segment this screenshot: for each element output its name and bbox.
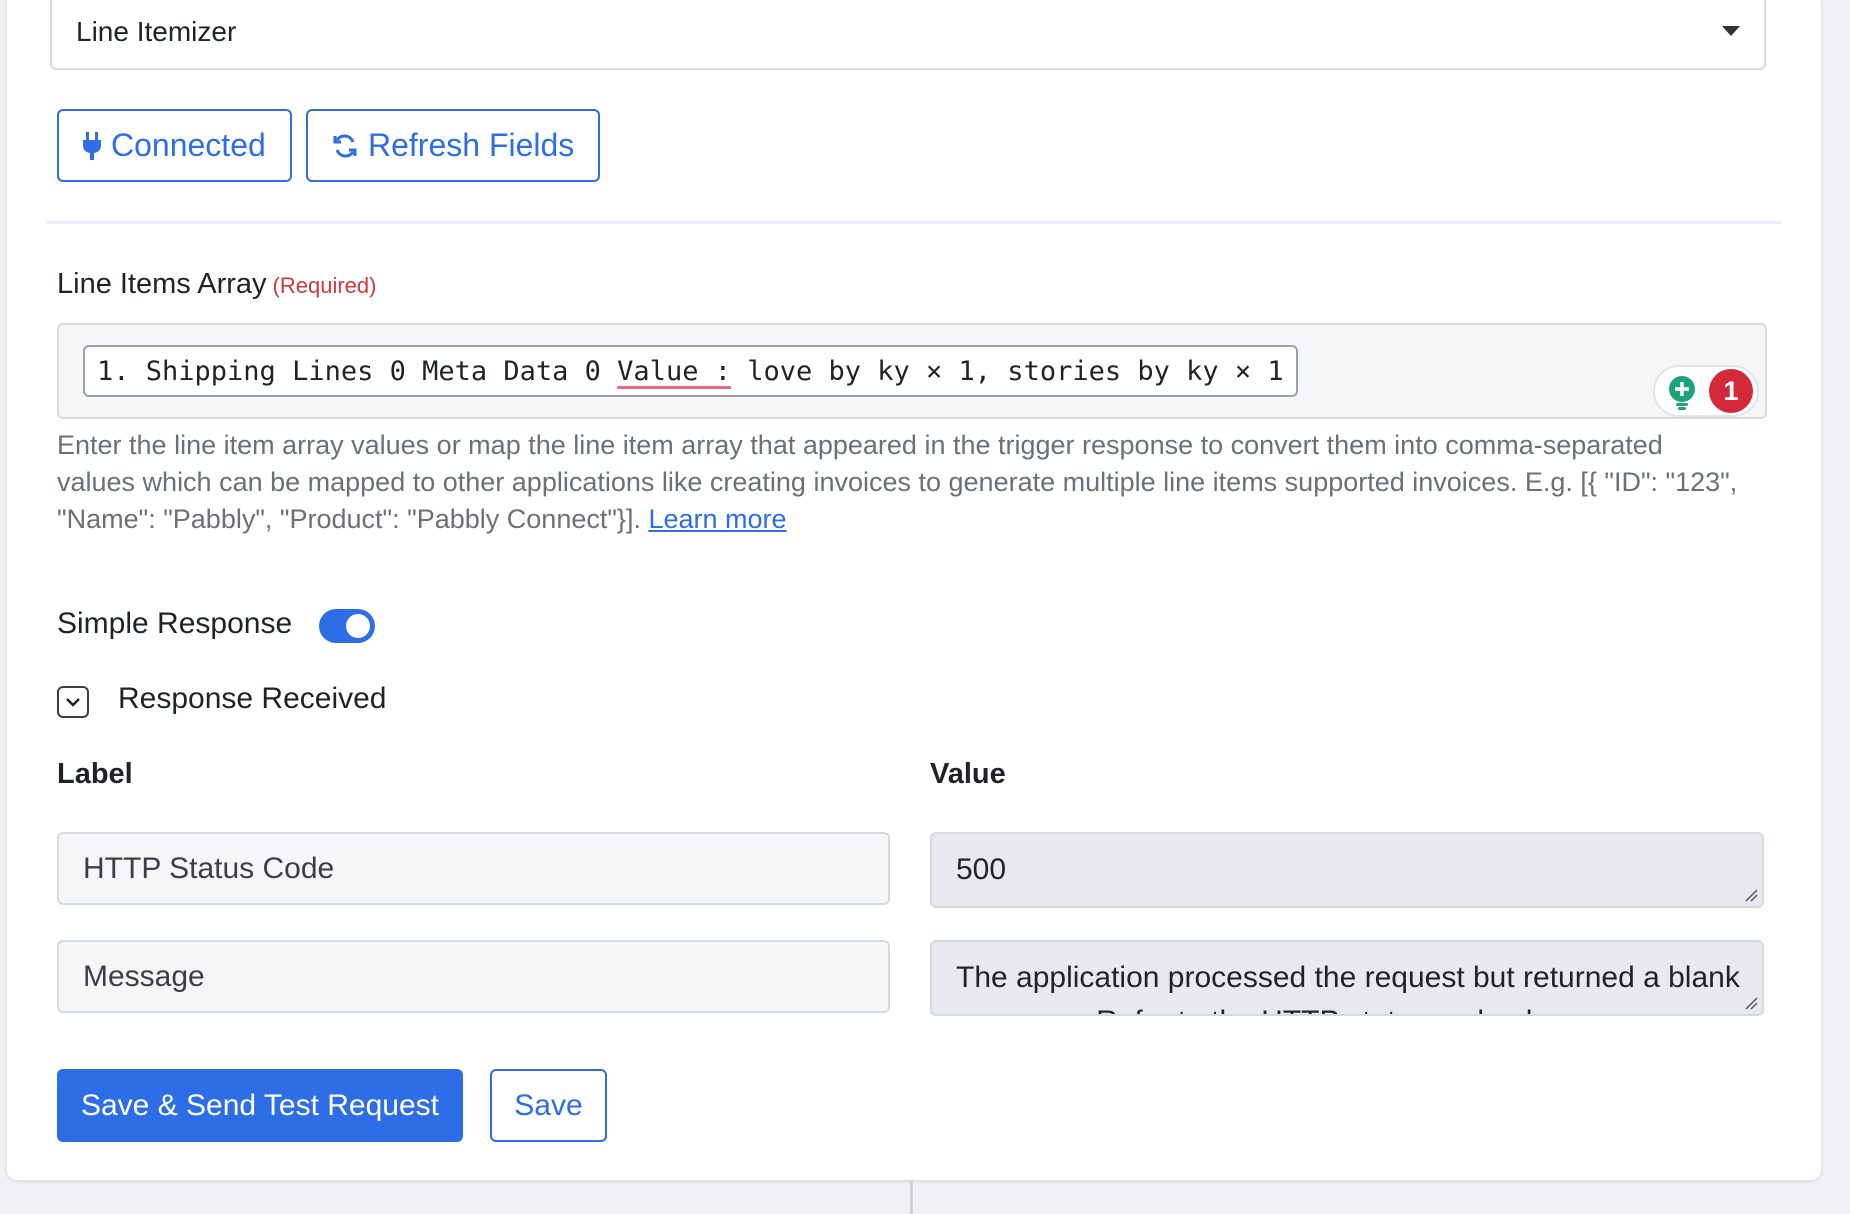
chevron-down-icon [66,698,80,707]
chip-prefix: 1. Shipping Lines 0 Meta Data 0 [97,355,618,387]
line-items-input[interactable]: 1. Shipping Lines 0 Meta Data 0 Value : … [57,323,1767,419]
response-received-title: Response Received [118,682,387,715]
response-label-field[interactable]: HTTP Status Code [57,832,890,905]
simple-response-label: Simple Response [57,607,293,640]
refresh-icon [333,134,357,157]
label-column-header: Label [57,758,133,790]
line-items-label-text: Line Items Array [57,268,267,300]
toggle-knob [346,614,370,638]
panel-divider [910,1181,913,1214]
refresh-fields-label: Refresh Fields [368,127,575,163]
value-column-header: Value [930,758,1006,790]
issue-count-badge: 1 [1709,369,1753,413]
mapped-field-chip[interactable]: 1. Shipping Lines 0 Meta Data 0 Value : … [83,345,1298,397]
response-label-field[interactable]: Message [57,940,890,1013]
help-text: Enter the line item array values or map … [57,430,1738,534]
save-button[interactable]: Save [490,1069,607,1142]
response-value-text: The application processed the request bu… [956,961,1740,1014]
save-and-test-button[interactable]: Save & Send Test Request [57,1069,463,1142]
chip-underlined: Value : [617,355,731,387]
response-value-text: 500 [956,853,1007,886]
section-divider [47,221,1781,224]
lightbulb-icon [1669,376,1695,410]
line-items-help: Enter the line item array values or map … [57,427,1747,538]
learn-more-link[interactable]: Learn more [648,504,786,534]
response-collapse-button[interactable] [57,686,89,718]
plug-icon [83,131,101,160]
connected-label: Connected [111,127,266,163]
required-marker: (Required) [272,273,377,298]
app-select-value: Line Itemizer [76,16,237,47]
line-items-label: Line Items Array (Required) [57,268,376,301]
response-value-field[interactable]: The application processed the request bu… [930,940,1764,1016]
refresh-fields-button[interactable]: Refresh Fields [306,109,601,182]
connected-button[interactable]: Connected [57,109,292,182]
caret-down-icon[interactable] [1722,26,1740,36]
simple-response-toggle[interactable] [319,609,375,643]
grammar-badge[interactable]: 1 [1653,365,1759,417]
chip-suffix: love by ky × 1, stories by ky × 1 [730,355,1284,387]
resize-grip-icon[interactable] [1744,888,1758,902]
response-value-field[interactable]: 500 [930,832,1764,908]
app-select[interactable]: Line Itemizer [50,0,1766,70]
resize-grip-icon[interactable] [1744,996,1758,1010]
